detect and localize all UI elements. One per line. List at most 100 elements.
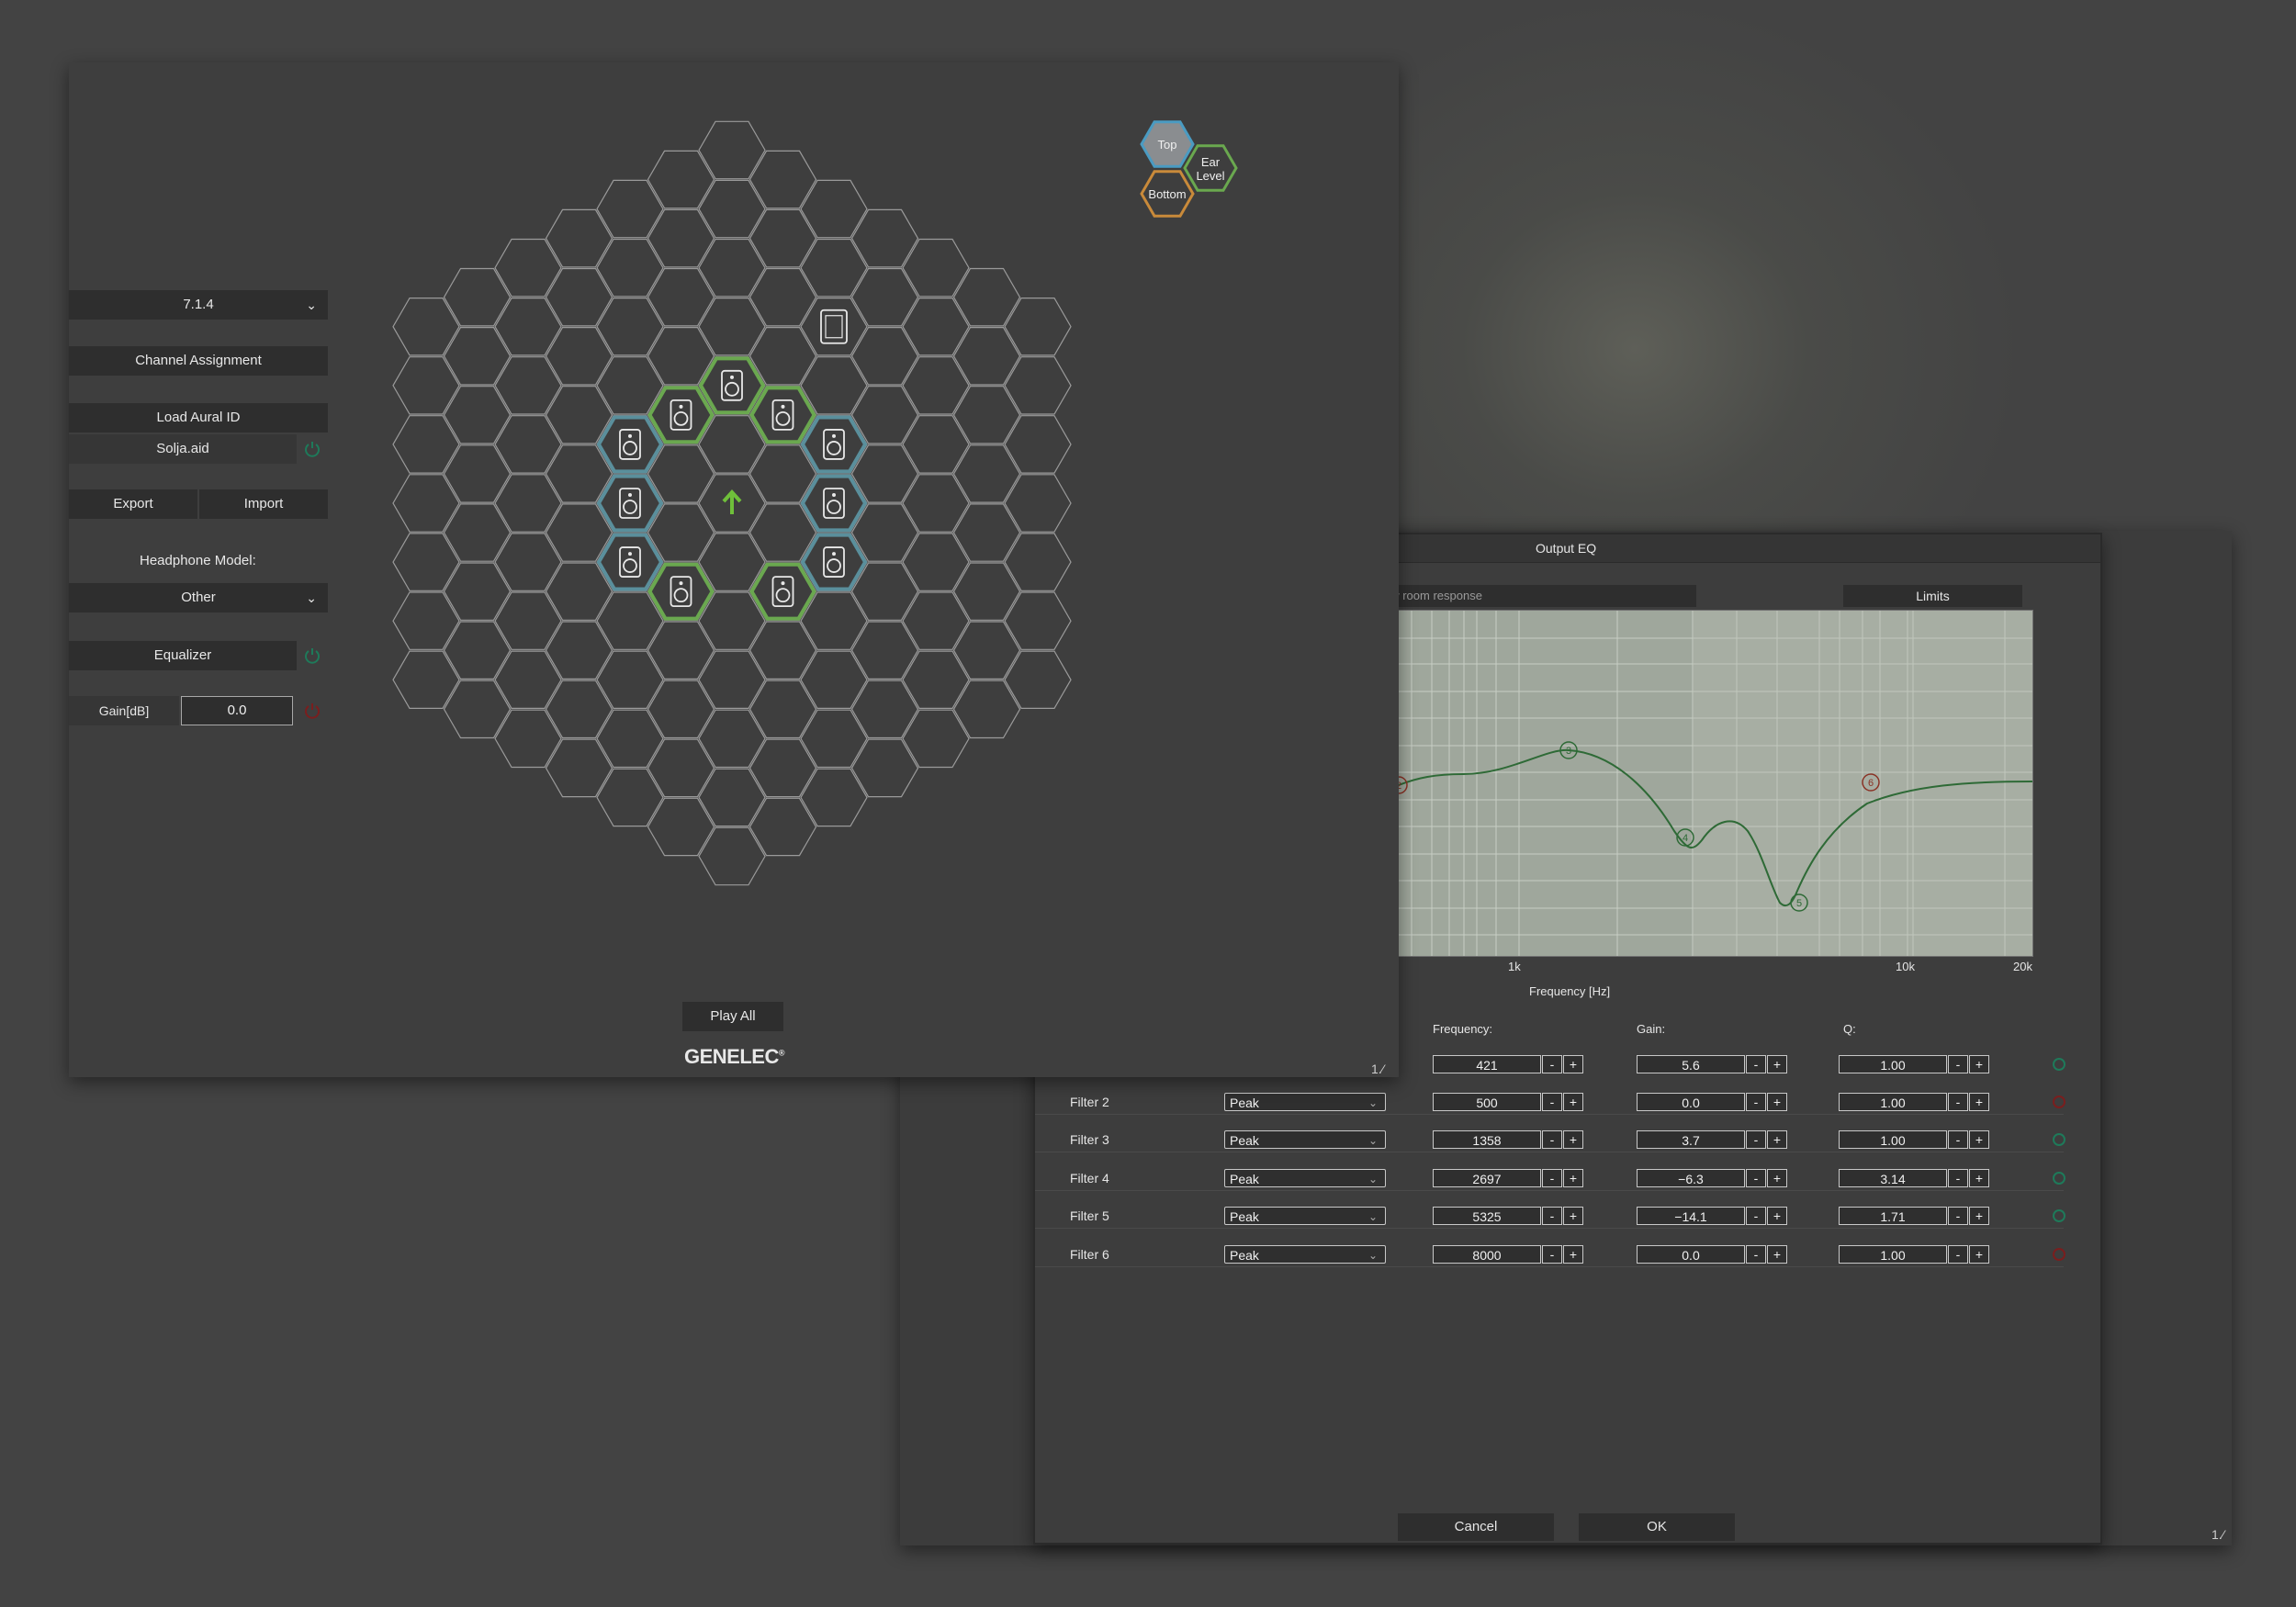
gain-decrement-button[interactable]: - bbox=[1746, 1245, 1766, 1264]
aural-power-icon[interactable] bbox=[303, 440, 321, 458]
gain-input[interactable]: −14.1 bbox=[1637, 1207, 1745, 1225]
gain-input[interactable]: −6.3 bbox=[1637, 1169, 1745, 1187]
frequency-input[interactable]: 1358 bbox=[1433, 1130, 1541, 1149]
layer-top-button[interactable]: Top bbox=[1140, 120, 1195, 168]
q-increment-button[interactable]: + bbox=[1969, 1055, 1989, 1073]
headphone-model-select[interactable]: Other ⌄ bbox=[69, 583, 328, 612]
cancel-button[interactable]: Cancel bbox=[1398, 1513, 1554, 1541]
gain-increment-button[interactable]: + bbox=[1767, 1207, 1787, 1225]
frequency-decrement-button[interactable]: - bbox=[1542, 1207, 1562, 1225]
filter-type-select[interactable]: Peak ⌄ bbox=[1224, 1207, 1386, 1225]
ok-button[interactable]: OK bbox=[1579, 1513, 1735, 1541]
gain-input[interactable]: 0.0 bbox=[181, 696, 293, 725]
speaker-icon[interactable] bbox=[823, 429, 845, 460]
speaker-hex-grid[interactable]: TopEarLevelBottom bbox=[69, 62, 1399, 1077]
frequency-increment-button[interactable]: + bbox=[1563, 1207, 1583, 1225]
frequency-input[interactable]: 500 bbox=[1433, 1093, 1541, 1111]
speaker-icon[interactable] bbox=[670, 576, 692, 608]
q-input[interactable]: 3.14 bbox=[1839, 1169, 1947, 1187]
filter-enable-toggle[interactable] bbox=[2053, 1172, 2065, 1185]
frequency-increment-button[interactable]: + bbox=[1563, 1130, 1583, 1149]
speaker-icon[interactable] bbox=[619, 429, 641, 460]
filter-type-select[interactable]: Peak ⌄ bbox=[1224, 1245, 1386, 1264]
q-decrement-button[interactable]: - bbox=[1948, 1245, 1968, 1264]
frequency-input[interactable]: 421 bbox=[1433, 1055, 1541, 1073]
q-input[interactable]: 1.00 bbox=[1839, 1130, 1947, 1149]
layer-bottom-button[interactable]: Bottom bbox=[1140, 170, 1195, 218]
gain-decrement-button[interactable]: - bbox=[1746, 1207, 1766, 1225]
q-increment-button[interactable]: + bbox=[1969, 1130, 1989, 1149]
speaker-icon[interactable] bbox=[619, 546, 641, 578]
show-room-response-button[interactable]: ow room response bbox=[1375, 585, 1696, 607]
filter-enable-toggle[interactable] bbox=[2053, 1248, 2065, 1261]
load-aural-id-button[interactable]: Load Aural ID bbox=[69, 403, 328, 433]
gain-input[interactable]: 5.6 bbox=[1637, 1055, 1745, 1073]
gain-decrement-button[interactable]: - bbox=[1746, 1169, 1766, 1187]
gain-increment-button[interactable]: + bbox=[1767, 1245, 1787, 1264]
gain-increment-button[interactable]: + bbox=[1767, 1169, 1787, 1187]
export-button[interactable]: Export bbox=[69, 489, 197, 519]
speaker-icon[interactable] bbox=[670, 399, 692, 431]
frequency-decrement-button[interactable]: - bbox=[1542, 1093, 1562, 1111]
q-increment-button[interactable]: + bbox=[1969, 1245, 1989, 1264]
subwoofer-icon[interactable] bbox=[820, 309, 848, 344]
eq-response-plot[interactable]: 2 3 4 5 6 bbox=[1398, 610, 2033, 957]
speaker-icon[interactable] bbox=[721, 369, 743, 401]
frequency-decrement-button[interactable]: - bbox=[1542, 1055, 1562, 1073]
q-increment-button[interactable]: + bbox=[1969, 1093, 1989, 1111]
q-decrement-button[interactable]: - bbox=[1948, 1055, 1968, 1073]
filter-type-select[interactable]: Peak ⌄ bbox=[1224, 1169, 1386, 1187]
frequency-increment-button[interactable]: + bbox=[1563, 1055, 1583, 1073]
speaker-icon[interactable] bbox=[619, 488, 641, 519]
frequency-increment-button[interactable]: + bbox=[1563, 1169, 1583, 1187]
resize-grip[interactable]: 1.⁄ bbox=[2212, 1527, 2224, 1542]
filter-enable-toggle[interactable] bbox=[2053, 1058, 2065, 1071]
q-input[interactable]: 1.00 bbox=[1839, 1245, 1947, 1264]
layer-ear-level-button[interactable]: EarLevel bbox=[1183, 144, 1238, 192]
gain-increment-button[interactable]: + bbox=[1767, 1055, 1787, 1073]
q-decrement-button[interactable]: - bbox=[1948, 1093, 1968, 1111]
filter-type-select[interactable]: Peak ⌄ bbox=[1224, 1130, 1386, 1149]
gain-increment-button[interactable]: + bbox=[1767, 1130, 1787, 1149]
q-decrement-button[interactable]: - bbox=[1948, 1207, 1968, 1225]
q-input[interactable]: 1.71 bbox=[1839, 1207, 1947, 1225]
eq-node-2[interactable]: 2 bbox=[1399, 776, 1408, 794]
frequency-decrement-button[interactable]: - bbox=[1542, 1245, 1562, 1264]
q-decrement-button[interactable]: - bbox=[1948, 1169, 1968, 1187]
speaker-icon[interactable] bbox=[771, 399, 794, 431]
filter-enable-toggle[interactable] bbox=[2053, 1096, 2065, 1108]
channel-assignment-button[interactable]: Channel Assignment bbox=[69, 346, 328, 376]
filter-type-select[interactable]: Peak ⌄ bbox=[1224, 1093, 1386, 1111]
gain-input[interactable]: 3.7 bbox=[1637, 1130, 1745, 1149]
q-input[interactable]: 1.00 bbox=[1839, 1093, 1947, 1111]
gain-input[interactable]: 0.0 bbox=[1637, 1093, 1745, 1111]
resize-grip[interactable]: 1.⁄ bbox=[1371, 1062, 1384, 1076]
speaker-icon[interactable] bbox=[823, 488, 845, 519]
q-increment-button[interactable]: + bbox=[1969, 1169, 1989, 1187]
equalizer-button[interactable]: Equalizer bbox=[69, 641, 297, 670]
gain-power-icon[interactable] bbox=[303, 702, 321, 720]
frequency-decrement-button[interactable]: - bbox=[1542, 1130, 1562, 1149]
q-input[interactable]: 1.00 bbox=[1839, 1055, 1947, 1073]
gain-increment-button[interactable]: + bbox=[1767, 1093, 1787, 1111]
frequency-decrement-button[interactable]: - bbox=[1542, 1169, 1562, 1187]
filter-enable-toggle[interactable] bbox=[2053, 1209, 2065, 1222]
filter-enable-toggle[interactable] bbox=[2053, 1133, 2065, 1146]
play-all-button[interactable]: Play All bbox=[682, 1002, 783, 1031]
import-button[interactable]: Import bbox=[199, 489, 328, 519]
gain-input[interactable]: 0.0 bbox=[1637, 1245, 1745, 1264]
q-increment-button[interactable]: + bbox=[1969, 1207, 1989, 1225]
speaker-icon[interactable] bbox=[823, 546, 845, 578]
equalizer-power-icon[interactable] bbox=[303, 646, 321, 665]
frequency-input[interactable]: 8000 bbox=[1433, 1245, 1541, 1264]
frequency-increment-button[interactable]: + bbox=[1563, 1245, 1583, 1264]
layout-select[interactable]: 7.1.4 ⌄ bbox=[69, 290, 328, 320]
gain-decrement-button[interactable]: - bbox=[1746, 1055, 1766, 1073]
speaker-icon[interactable] bbox=[771, 576, 794, 608]
limits-button[interactable]: Limits bbox=[1843, 585, 2022, 607]
frequency-input[interactable]: 2697 bbox=[1433, 1169, 1541, 1187]
q-decrement-button[interactable]: - bbox=[1948, 1130, 1968, 1149]
frequency-input[interactable]: 5325 bbox=[1433, 1207, 1541, 1225]
gain-decrement-button[interactable]: - bbox=[1746, 1093, 1766, 1111]
frequency-increment-button[interactable]: + bbox=[1563, 1093, 1583, 1111]
